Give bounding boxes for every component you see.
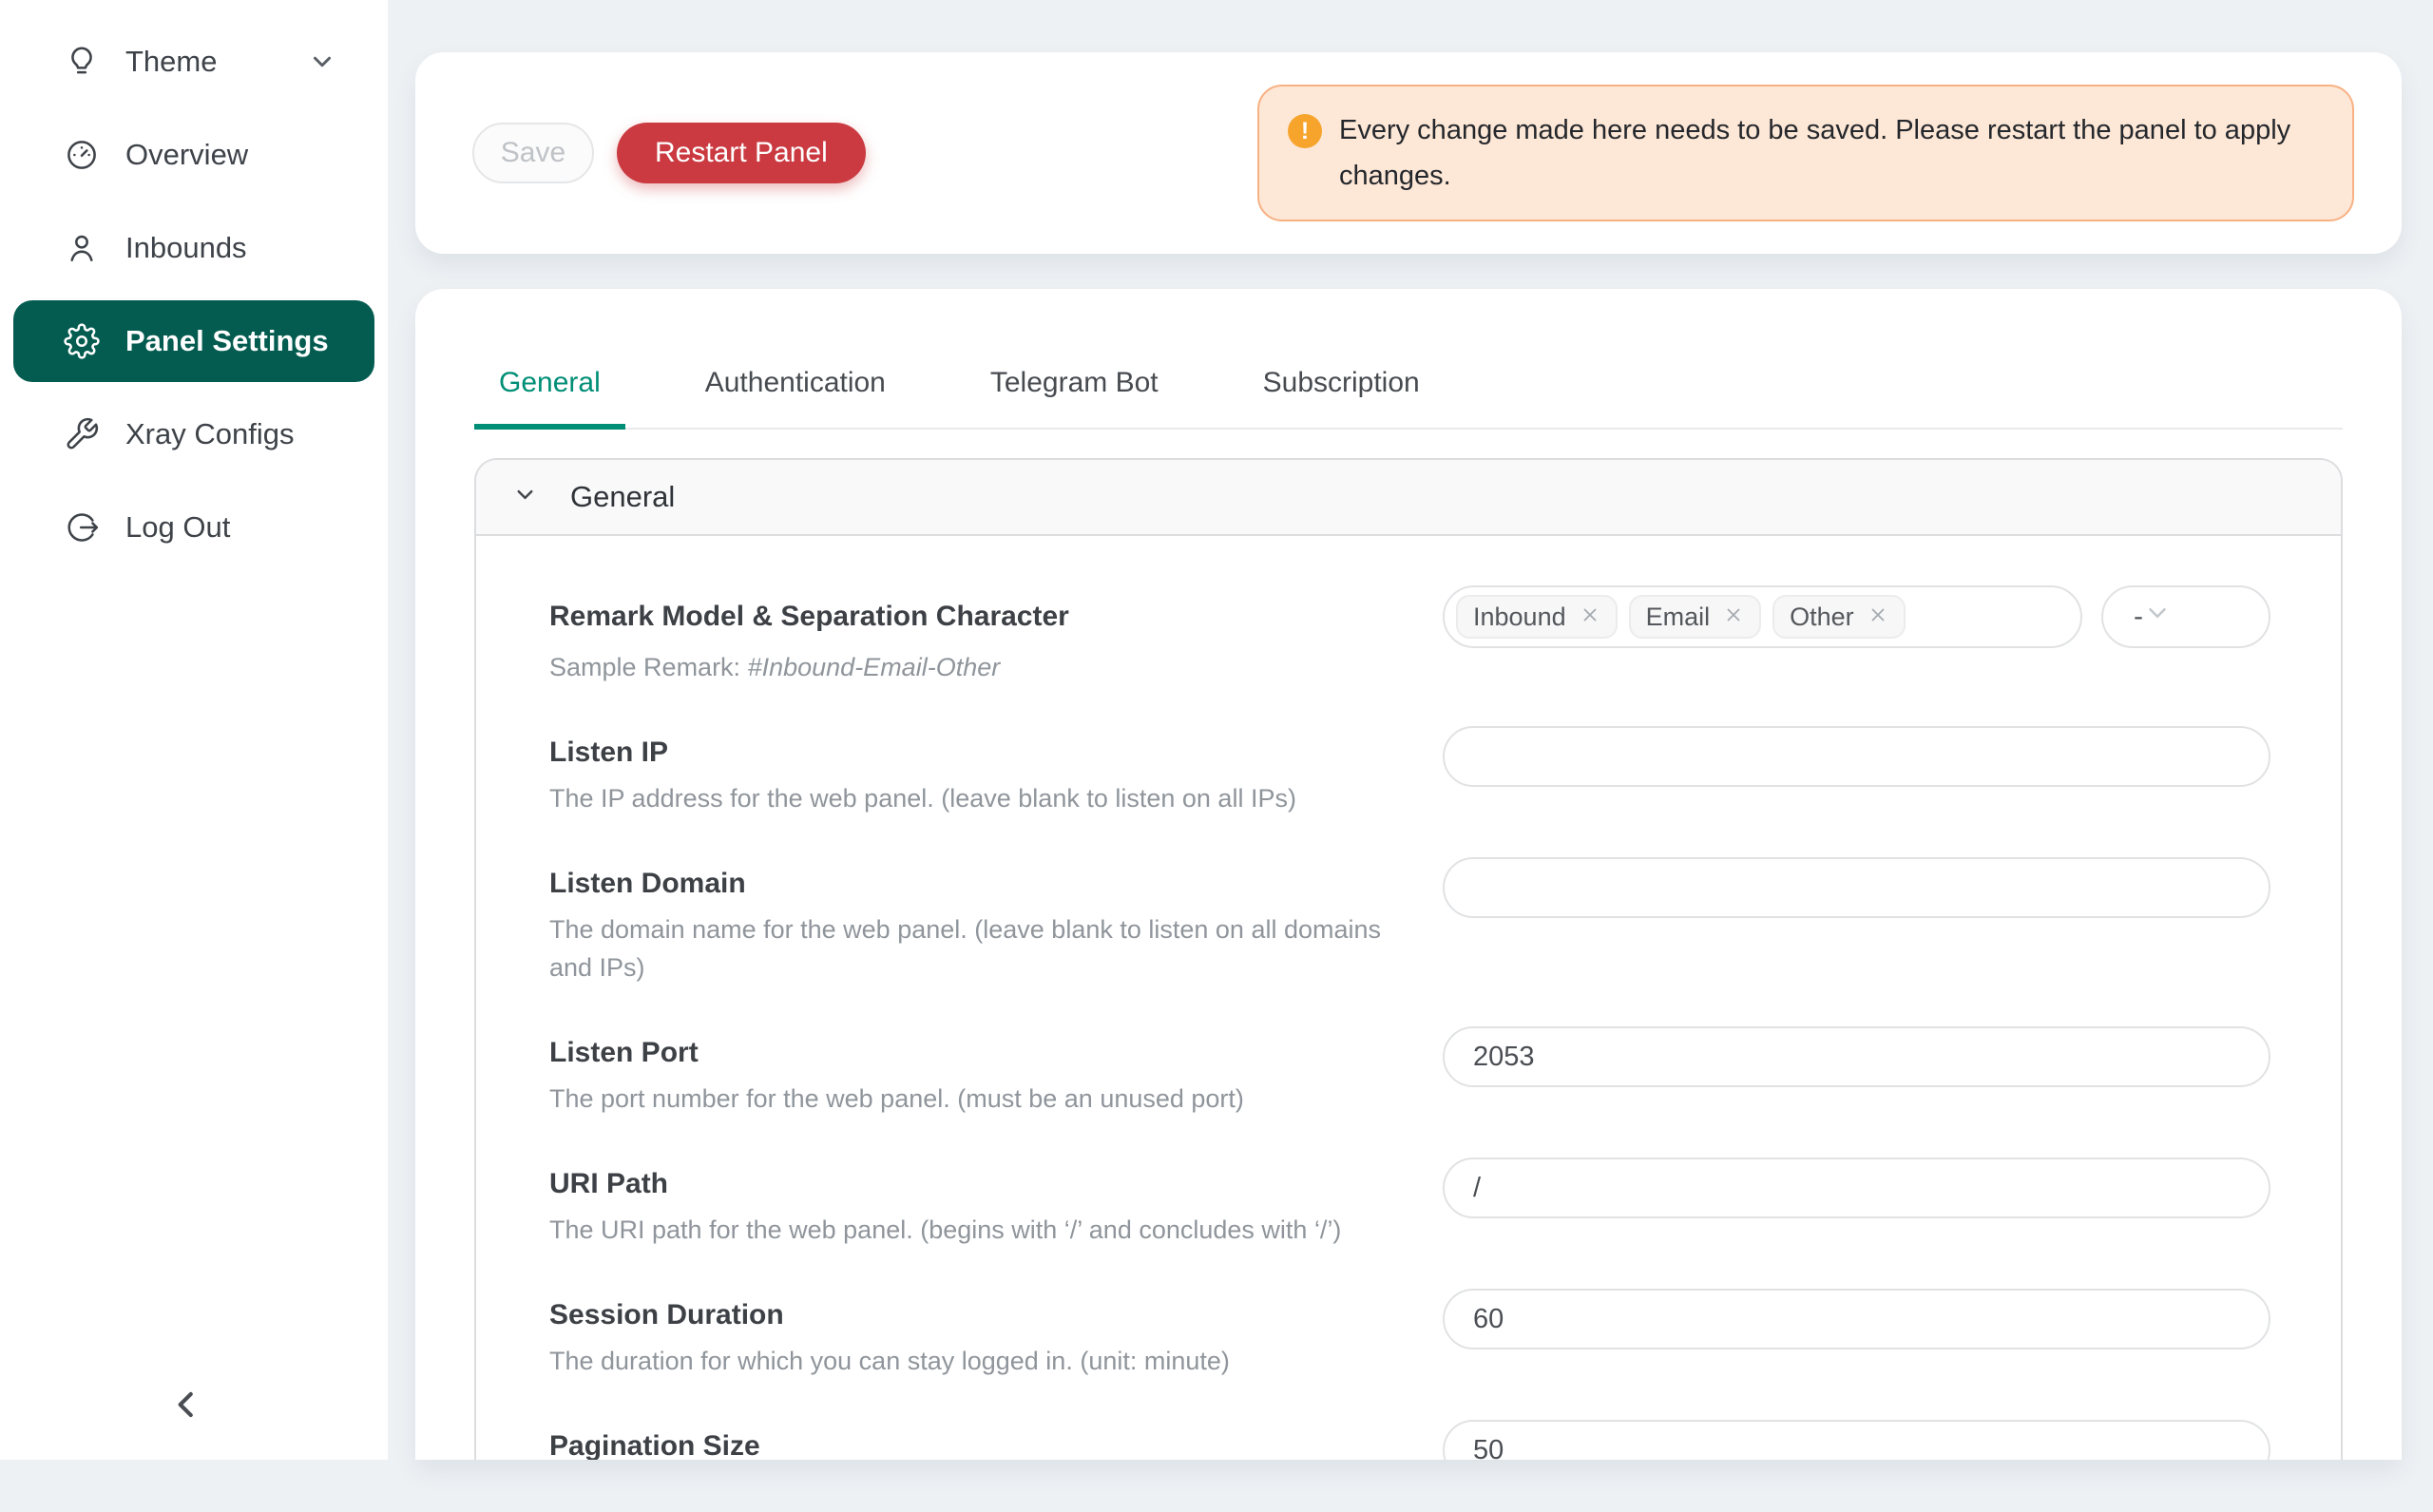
form-row-left: Listen PortThe port number for the web p… [549,1026,1443,1118]
wrench-icon [63,415,101,453]
remark-tag-email[interactable]: Email [1629,595,1762,639]
tag-label: Inbound [1473,603,1566,632]
sidebar-item-inbounds[interactable]: Inbounds [13,207,374,289]
main-content: Save Restart Panel ! Every change made h… [388,52,2433,1460]
form-row-listen-port: Listen PortThe port number for the web p… [549,1026,2270,1118]
form-row-session-duration: Session DurationThe duration for which y… [549,1289,2270,1380]
chevron-left-icon [168,1387,204,1427]
close-icon[interactable] [1868,603,1888,632]
tab-general[interactable]: General [474,363,625,428]
sidebar-item-label: Inbounds [125,231,247,265]
section-title: General [570,480,675,514]
form-row-remark-model-separation-character: Remark Model & Separation CharacterSampl… [549,585,2270,686]
field-description: The port number for the web panel. (must… [549,1080,1386,1118]
sidebar-item-panel-settings[interactable]: Panel Settings [13,300,374,382]
sidebar-item-label: Log Out [125,510,230,545]
save-button[interactable]: Save [472,123,594,183]
general-collapse-panel: General Remark Model & Separation Charac… [474,458,2343,1460]
field-description: The domain name for the web panel. (leav… [549,910,1386,986]
field-description: The URI path for the web panel. (begins … [549,1211,1386,1249]
field-description: The duration for which you can stay logg… [549,1342,1386,1380]
form-row-left: URI PathThe URI path for the web panel. … [549,1158,1443,1249]
field-label: URI Path [549,1158,1386,1211]
field-label: Listen Domain [549,857,1386,910]
gear-icon [63,322,101,360]
close-icon[interactable] [1723,603,1744,632]
remark-model-multiselect[interactable]: Inbound Email Other [1443,585,2082,648]
form-row-control [1443,857,2270,918]
user-icon [63,229,101,267]
form-row-control: Inbound Email Other - [1443,585,2270,648]
field-label: Remark Model & Separation Character [549,585,1386,648]
form-row-left: Pagination Size [549,1420,1443,1460]
form-row-uri-path: URI PathThe URI path for the web panel. … [549,1158,2270,1249]
settings-tabs: General Authentication Telegram Bot Subscri… [474,363,2343,430]
form-row-left: Listen IPThe IP address for the web pane… [549,726,1443,817]
form-rows: Remark Model & Separation CharacterSampl… [476,536,2341,1460]
separator-select[interactable]: - [2101,585,2270,648]
sidebar-item-overview[interactable]: Overview [13,114,374,196]
sidebar: Theme Overview Inbounds Panel Settings Xray … [0,0,388,1460]
chevron-down-icon [308,48,336,76]
warning-icon: ! [1288,114,1322,148]
field-description: The IP address for the web panel. (leave… [549,779,1386,817]
uri-path-input[interactable] [1443,1158,2270,1218]
chevron-down-icon [2143,599,2172,635]
field-label: Pagination Size [549,1420,1386,1460]
close-icon[interactable] [1580,603,1600,632]
listen-ip-input[interactable] [1443,726,2270,787]
remark-tag-inbound[interactable]: Inbound [1456,595,1618,639]
field-label: Listen IP [549,726,1386,779]
tag-label: Email [1646,603,1711,632]
pagination-size-input[interactable] [1443,1420,2270,1460]
form-row-control [1443,1289,2270,1349]
sidebar-item-theme[interactable]: Theme [13,21,374,103]
sidebar-item-xray-configs[interactable]: Xray Configs [13,393,374,475]
session-duration-input[interactable] [1443,1289,2270,1349]
form-row-control [1443,1158,2270,1218]
remark-tag-other[interactable]: Other [1772,595,1906,639]
listen-port-input[interactable] [1443,1026,2270,1087]
bulb-icon [63,43,101,81]
chevron-down-icon [512,482,570,512]
alert-text: Every change made here needs to be saved… [1339,107,2320,199]
general-collapse-header[interactable]: General [476,460,2341,536]
restart-panel-button[interactable]: Restart Panel [617,123,866,183]
logout-icon [63,508,101,546]
form-row-listen-ip: Listen IPThe IP address for the web pane… [549,726,2270,817]
form-row-left: Session DurationThe duration for which y… [549,1289,1443,1380]
actions-card: Save Restart Panel ! Every change made h… [415,52,2402,254]
tab-subscription[interactable]: Subscription [1238,363,1445,428]
sidebar-collapse-button[interactable] [160,1380,213,1433]
sidebar-item-label: Overview [125,138,248,172]
sidebar-items: Theme Overview Inbounds Panel Settings Xray … [0,0,388,568]
field-label: Listen Port [549,1026,1386,1080]
dashboard-icon [63,136,101,174]
form-row-control [1443,1026,2270,1087]
tag-label: Other [1790,603,1854,632]
separator-value: - [2134,601,2143,633]
sidebar-item-label: Panel Settings [125,324,329,358]
restart-warning-alert: ! Every change made here needs to be sav… [1257,85,2354,221]
field-description: Sample Remark: #Inbound-Email-Other [549,648,1386,686]
form-row-control [1443,1420,2270,1460]
listen-domain-input[interactable] [1443,857,2270,918]
form-row-listen-domain: Listen DomainThe domain name for the web… [549,857,2270,986]
form-row-pagination-size: Pagination Size [549,1420,2270,1460]
form-row-left: Listen DomainThe domain name for the web… [549,857,1443,986]
field-label: Session Duration [549,1289,1386,1342]
sidebar-item-label: Xray Configs [125,417,294,451]
form-row-left: Remark Model & Separation CharacterSampl… [549,585,1443,686]
form-row-control [1443,726,2270,787]
sidebar-item-label: Theme [125,45,217,79]
tab-authentication[interactable]: Authentication [680,363,910,428]
sidebar-item-log-out[interactable]: Log Out [13,487,374,568]
tab-telegram-bot[interactable]: Telegram Bot [966,363,1183,428]
settings-card: General Authentication Telegram Bot Subscri… [415,289,2402,1460]
